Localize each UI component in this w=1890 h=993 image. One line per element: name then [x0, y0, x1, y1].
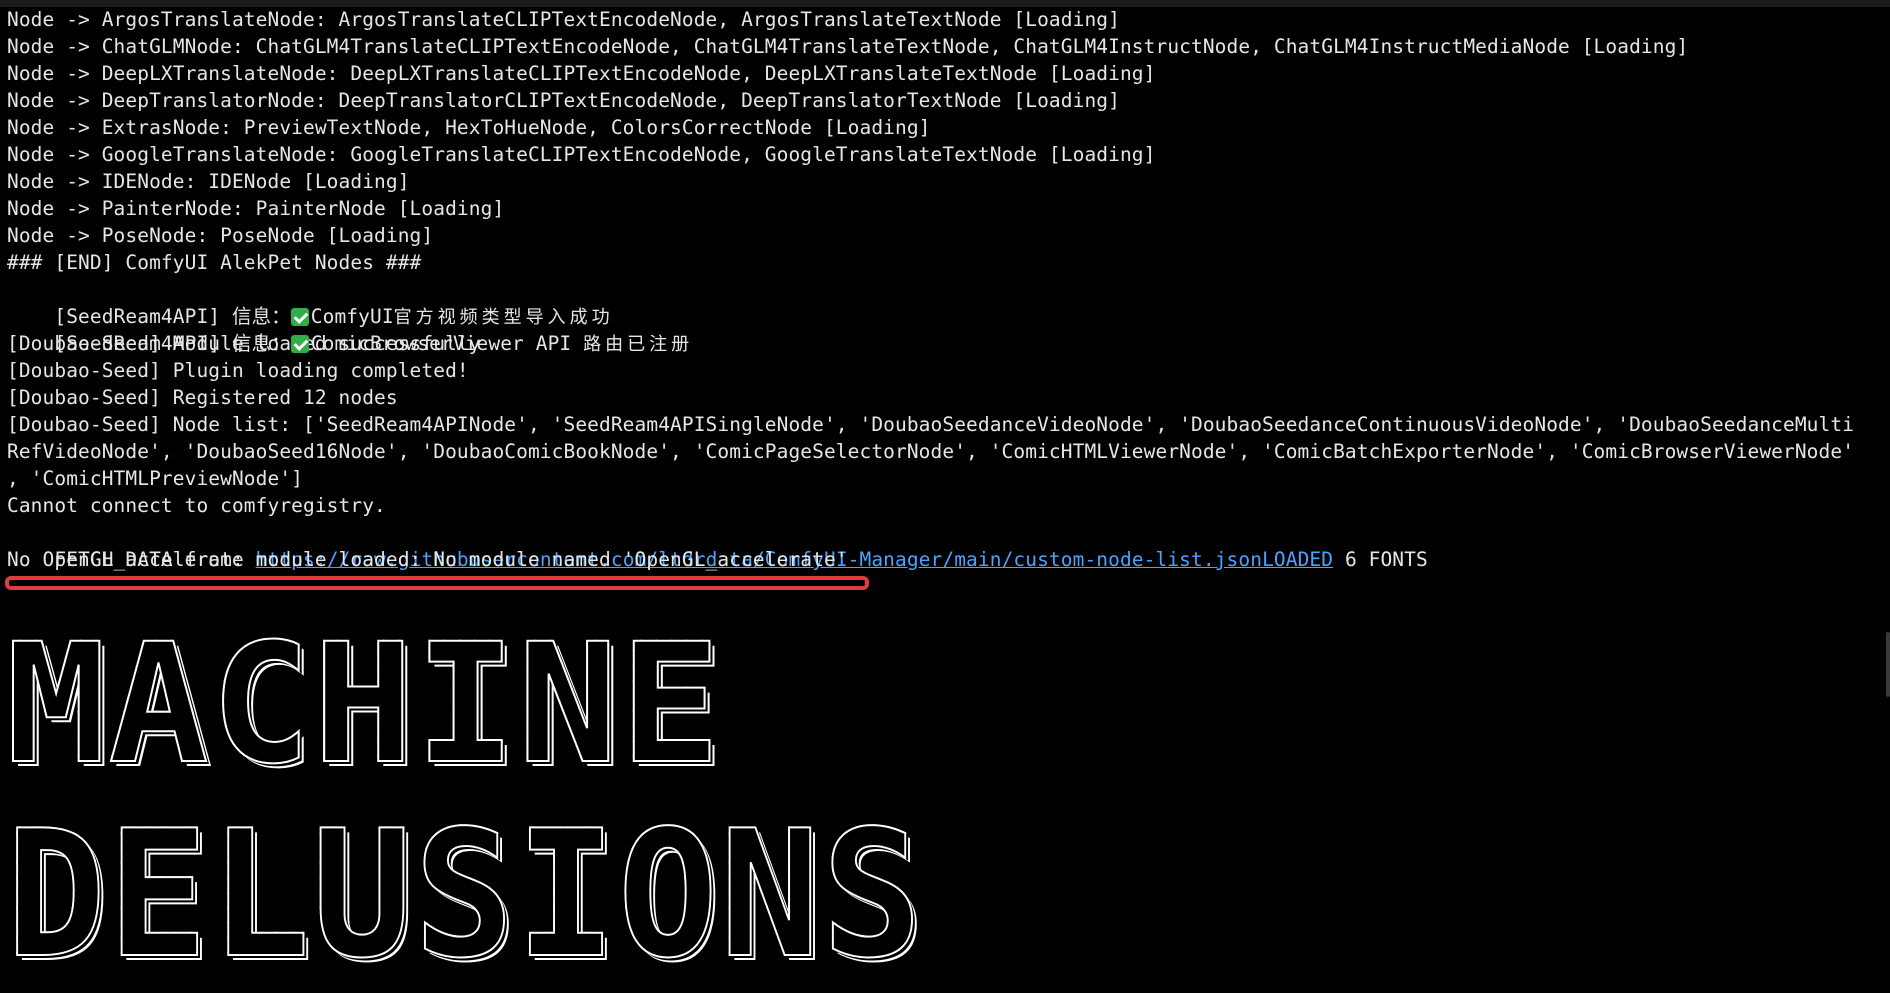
seedream-log-line: [SeedReam4API] 信息： ComfyUI官方视频类型导入成功 — [7, 276, 1890, 328]
log-line: [Doubao-Seed] Plugin loading completed! — [7, 359, 469, 382]
log-line: ### [END] ComfyUI AlekPet Nodes ### — [7, 251, 422, 274]
red-underline-highlight — [5, 576, 869, 590]
fetch-data-line: FETCH DATA from: https://raw.githubuserc… — [7, 519, 1890, 571]
log-line: Node -> IDENode: IDENode [Loading] — [7, 170, 410, 193]
log-line: Node -> ArgosTranslateNode: ArgosTransla… — [7, 8, 1120, 31]
ascii-banner-delusions: DELUSIONS — [5, 794, 924, 993]
log-line: Node -> PainterNode: PainterNode [Loadin… — [7, 197, 505, 220]
log-line: Node -> ExtrasNode: PreviewTextNode, Hex… — [7, 116, 931, 139]
log-line: [Doubao-Seed] Module loaded successfully — [7, 332, 481, 355]
terminal-window[interactable]: Node -> ArgosTranslateNode: ArgosTransla… — [0, 0, 1890, 993]
node-list-line: , 'ComicHTMLPreviewNode'] — [7, 467, 303, 490]
ascii-banner-machine: MACHINE — [5, 608, 723, 800]
log-text: ComfyUI — [310, 305, 394, 328]
log-prefix: [SeedReam4API] 信息： — [54, 305, 291, 328]
scrollbar-thumb[interactable] — [1886, 632, 1890, 697]
banner-text: DELUSIONS — [5, 794, 924, 993]
green-check-icon — [290, 335, 309, 353]
log-line: Node -> DeepTranslatorNode: DeepTranslat… — [7, 89, 1120, 112]
green-check-icon — [290, 308, 309, 326]
terminal-top-edge — [0, 0, 1890, 7]
log-text-cjk: 官方视频类型导入成功 — [393, 307, 614, 328]
node-list-line: [Doubao-Seed] Node list: ['SeedReam4APIN… — [7, 413, 1855, 436]
log-line: Node -> DeepLXTranslateNode: DeepLXTrans… — [7, 62, 1156, 85]
log-line: Node -> GoogleTranslateNode: GoogleTrans… — [7, 143, 1156, 166]
banner-text: MACHINE — [5, 608, 723, 800]
log-line: Node -> PoseNode: PoseNode [Loading] — [7, 224, 434, 247]
fetch-suffix: 6 FONTS — [1333, 548, 1428, 571]
node-loading-list: Node -> ArgosTranslateNode: ArgosTransla… — [7, 6, 1890, 276]
node-list-line: RefVideoNode', 'DoubaoSeed16Node', 'Doub… — [7, 440, 1855, 463]
log-line: Node -> ChatGLMNode: ChatGLM4TranslateCL… — [7, 35, 1689, 58]
log-line: [Doubao-Seed] Registered 12 nodes — [7, 386, 398, 409]
fetch-loaded-link[interactable]: LOADED — [1262, 548, 1333, 571]
log-text-cjk: 路由已注册 — [583, 334, 694, 355]
log-line: Cannot connect to comfyregistry. — [7, 494, 386, 517]
